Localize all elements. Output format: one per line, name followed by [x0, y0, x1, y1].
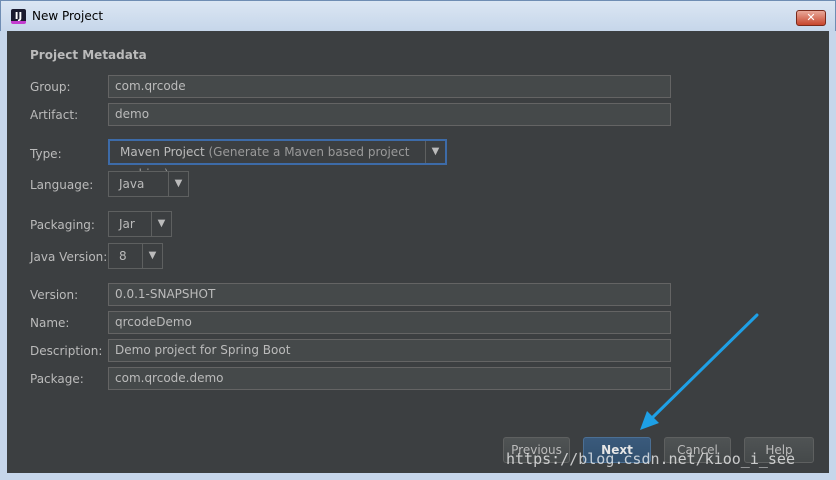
- annotation-arrow: [640, 313, 759, 430]
- watermark-text: https://blog.csdn.net/kioo_i_see: [506, 450, 795, 468]
